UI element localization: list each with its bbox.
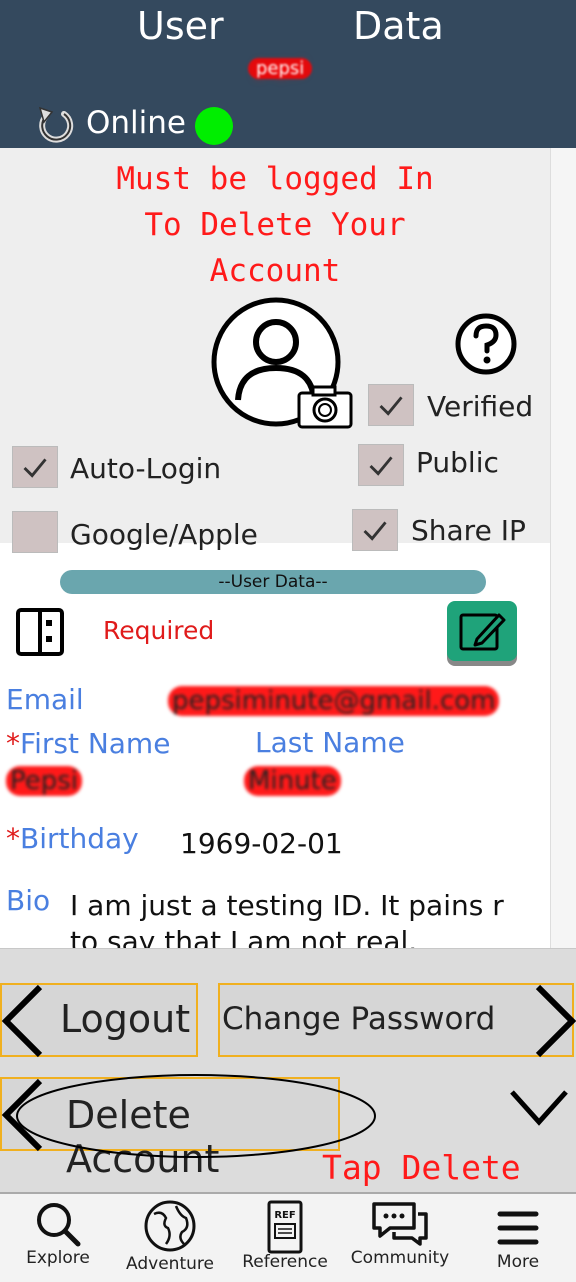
bio-value[interactable]: I am just a testing ID. It pains r to sa… bbox=[70, 888, 550, 948]
bio-line-1: I am just a testing ID. It pains r bbox=[70, 889, 504, 922]
last-name-label: Last Name bbox=[255, 726, 405, 759]
warning-line-1: Must be logged In bbox=[116, 161, 434, 197]
bio-label: Bio bbox=[6, 884, 51, 917]
share-ip-label: Share IP bbox=[411, 514, 526, 547]
first-name-label-text: First Name bbox=[20, 727, 171, 760]
email-value-redacted: pepsiminute@gmail.com bbox=[168, 686, 500, 716]
birthday-label-text: Birthday bbox=[20, 822, 139, 855]
verified-label: Verified bbox=[427, 390, 534, 423]
globe-icon bbox=[144, 1200, 196, 1252]
nav-reference[interactable]: REF Reference bbox=[240, 1194, 330, 1282]
page-title-left: User bbox=[137, 4, 224, 48]
google-apple-checkbox[interactable] bbox=[12, 511, 58, 553]
nav-label-adventure: Adventure bbox=[126, 1254, 214, 1274]
verified-checkbox[interactable] bbox=[368, 384, 414, 426]
required-label: Required bbox=[103, 616, 215, 645]
first-name-label: *First Name bbox=[6, 727, 170, 760]
warning-line-2: To Delete Your bbox=[144, 207, 406, 243]
edit-icon bbox=[459, 613, 506, 651]
menu-icon bbox=[497, 1211, 539, 1245]
nav-more[interactable]: More bbox=[480, 1194, 556, 1282]
auto-login-checkbox[interactable] bbox=[12, 446, 58, 488]
tap-delete-hint: Tap Delete bbox=[322, 1148, 521, 1187]
birthday-value[interactable]: 1969-02-01 bbox=[180, 827, 343, 860]
change-password-button[interactable]: Change Password bbox=[218, 983, 574, 1057]
search-icon bbox=[37, 1203, 81, 1247]
bottom-navigation: Explore Adventure REF Reference Communit… bbox=[0, 1192, 576, 1282]
svg-text:REF: REF bbox=[274, 1210, 295, 1221]
nav-label-explore: Explore bbox=[26, 1248, 90, 1268]
chevron-down-icon[interactable] bbox=[508, 1088, 570, 1128]
google-apple-label: Google/Apple bbox=[70, 518, 258, 551]
camera-icon[interactable] bbox=[297, 385, 353, 429]
username-redacted: pepsi bbox=[248, 58, 313, 79]
warning-line-3: Account bbox=[209, 253, 341, 289]
public-label: Public bbox=[416, 446, 499, 479]
public-checkbox[interactable] bbox=[358, 444, 404, 486]
change-password-label: Change Password bbox=[222, 1001, 496, 1037]
first-name-value-redacted: Pepsi bbox=[6, 766, 83, 796]
chevron-right-icon[interactable] bbox=[534, 983, 576, 1059]
nav-community[interactable]: Community bbox=[350, 1194, 450, 1282]
book-icon: REF bbox=[267, 1200, 303, 1254]
online-status-dot bbox=[195, 107, 233, 145]
nav-label-community: Community bbox=[350, 1248, 450, 1268]
login-warning: Must be logged In To Delete Your Account bbox=[40, 156, 510, 294]
edit-button[interactable] bbox=[447, 601, 517, 661]
user-data-section-header: --User Data-- bbox=[60, 570, 486, 594]
birthday-label: *Birthday bbox=[6, 822, 139, 855]
page-title-right: Data bbox=[353, 4, 444, 48]
required-marker: * bbox=[6, 727, 20, 760]
chat-icon bbox=[372, 1202, 428, 1246]
nav-explore[interactable]: Explore bbox=[18, 1194, 98, 1282]
nav-label-more: More bbox=[496, 1252, 540, 1272]
side-panel-icon[interactable] bbox=[16, 608, 66, 656]
email-label: Email bbox=[6, 683, 84, 716]
scrollbar[interactable] bbox=[550, 148, 576, 948]
help-icon[interactable] bbox=[454, 312, 518, 376]
online-status-label: Online bbox=[86, 105, 186, 141]
chevron-left-icon[interactable] bbox=[0, 983, 46, 1059]
logout-label: Logout bbox=[60, 997, 191, 1041]
last-name-value-redacted: Minute bbox=[244, 766, 341, 796]
nav-label-reference: Reference bbox=[242, 1252, 328, 1272]
auto-login-label: Auto-Login bbox=[70, 452, 222, 485]
nav-adventure[interactable]: Adventure bbox=[122, 1194, 218, 1282]
required-marker: * bbox=[6, 822, 20, 855]
bio-line-2: to say that I am not real. bbox=[70, 925, 418, 948]
refresh-icon[interactable] bbox=[34, 102, 78, 146]
share-ip-checkbox[interactable] bbox=[352, 509, 398, 551]
delete-highlight-ellipse bbox=[14, 1072, 378, 1160]
